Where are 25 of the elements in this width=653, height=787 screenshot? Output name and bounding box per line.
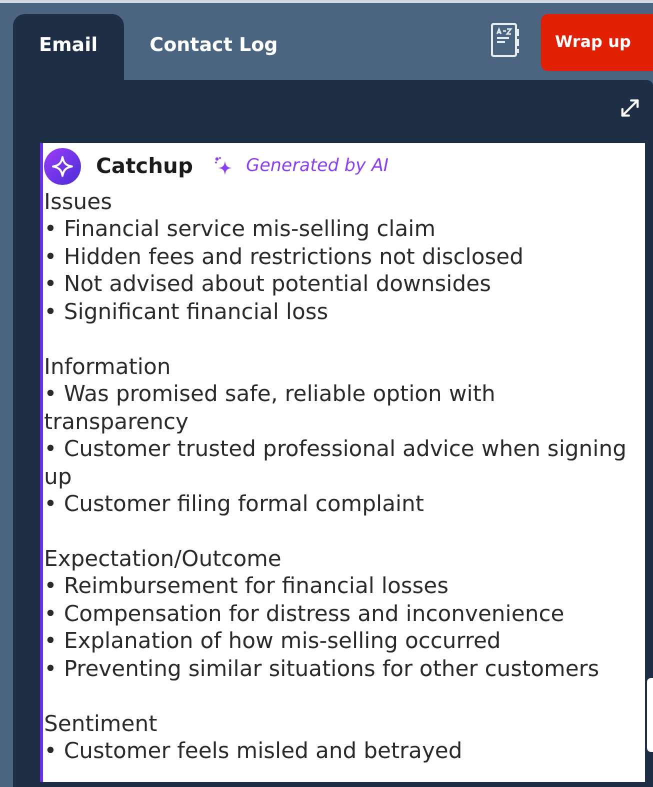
address-book-icon bbox=[490, 22, 522, 58]
section-heading: Sentiment bbox=[43, 710, 158, 738]
summary-item: • Financial service mis-selling claim bbox=[43, 216, 437, 244]
summary-item: • Preventing similar situations for other customers bbox=[43, 656, 600, 684]
address-book-button[interactable] bbox=[490, 22, 522, 58]
summary-item: • Hidden fees and restrictions not disclosed bbox=[43, 244, 525, 272]
summary-item: • Was promised safe, reliable option with transparency bbox=[43, 381, 496, 436]
tab[interactable]: Contact Log bbox=[124, 14, 304, 80]
sparkle-logo-icon bbox=[44, 148, 81, 184]
summary-item: • Not advised about potential downsides bbox=[43, 271, 492, 299]
tab[interactable]: Email bbox=[13, 14, 124, 80]
section-heading: Expectation/Outcome bbox=[43, 546, 282, 574]
summary-item: • Reimbursement for financial losses bbox=[43, 573, 450, 601]
summary-item: • Significant financial loss bbox=[43, 298, 330, 326]
summary-item: • Customer filing formal complaint bbox=[43, 490, 426, 518]
section-heading: Issues bbox=[43, 189, 114, 216]
section-heading: Information bbox=[43, 354, 172, 382]
summary-item: • Customer trusted professional advice when signing up bbox=[43, 436, 627, 491]
summary-title: Catchup bbox=[96, 154, 194, 178]
summary-item: • Customer feels misled and betrayed bbox=[43, 738, 464, 766]
ai-generated-label: Generated by AI bbox=[246, 156, 389, 176]
scrollbar-thumb[interactable] bbox=[647, 678, 653, 752]
wrap-up-button[interactable]: Wrap up bbox=[541, 14, 653, 71]
summary-item: • Compensation for distress and inconvenience bbox=[43, 600, 566, 628]
summary-item: • Explanation of how mis-selling occurred bbox=[43, 628, 502, 656]
